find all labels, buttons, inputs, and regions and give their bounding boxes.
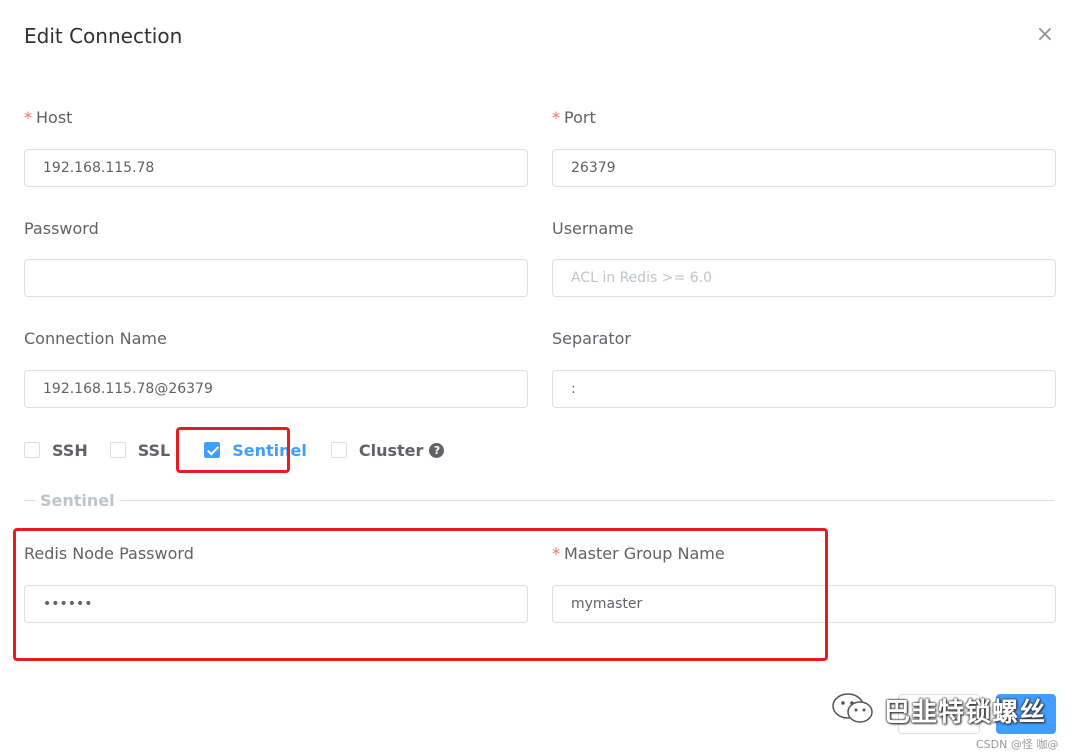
password-label: Password — [24, 219, 99, 238]
dialog-title: Edit Connection — [24, 24, 183, 48]
edit-connection-dialog: Edit Connection × *Host *Port Password U… — [0, 0, 1080, 756]
port-label-text: Port — [564, 108, 596, 127]
help-icon[interactable]: ? — [429, 442, 445, 458]
host-label: * Host — [24, 108, 72, 127]
wechat-icon — [832, 693, 873, 723]
sentinel-fields-highlight-box — [13, 528, 828, 661]
port-input[interactable] — [552, 149, 1056, 187]
checkbox-box[interactable] — [330, 442, 347, 458]
checkbox-box[interactable] — [24, 442, 40, 458]
connection-name-label: Connection Name — [24, 329, 167, 348]
port-label: * Port — [552, 108, 596, 127]
watermark-text: 巴韭特锁螺丝 — [884, 698, 1047, 728]
separator-input[interactable] — [552, 370, 1056, 408]
watermark-source: CSDN @怪 咖@ — [976, 738, 1059, 751]
host-label-text: Host — [36, 108, 73, 127]
separator-label: Separator — [552, 329, 631, 348]
required-mark: * — [552, 108, 560, 127]
sentinel-divider — [24, 500, 1054, 501]
cluster-checkbox-label: Cluster — [358, 440, 424, 460]
host-input[interactable] — [24, 149, 528, 187]
username-input[interactable] — [552, 259, 1056, 297]
required-mark: * — [24, 108, 32, 127]
checkbox-box[interactable] — [109, 442, 126, 458]
cluster-checkbox[interactable]: Cluster ? — [330, 440, 445, 460]
ssh-checkbox-label: SSH — [52, 440, 88, 460]
password-input[interactable] — [24, 259, 528, 297]
username-label: Username — [552, 219, 634, 238]
ssl-checkbox[interactable]: SSL — [109, 440, 171, 460]
close-icon[interactable]: × — [1034, 24, 1056, 46]
sentinel-highlight-box — [176, 427, 290, 473]
sentinel-divider-label: Sentinel — [36, 491, 119, 510]
ssh-checkbox[interactable]: SSH — [24, 441, 88, 460]
ssl-checkbox-label: SSL — [137, 440, 171, 460]
connection-name-input[interactable] — [24, 370, 528, 408]
